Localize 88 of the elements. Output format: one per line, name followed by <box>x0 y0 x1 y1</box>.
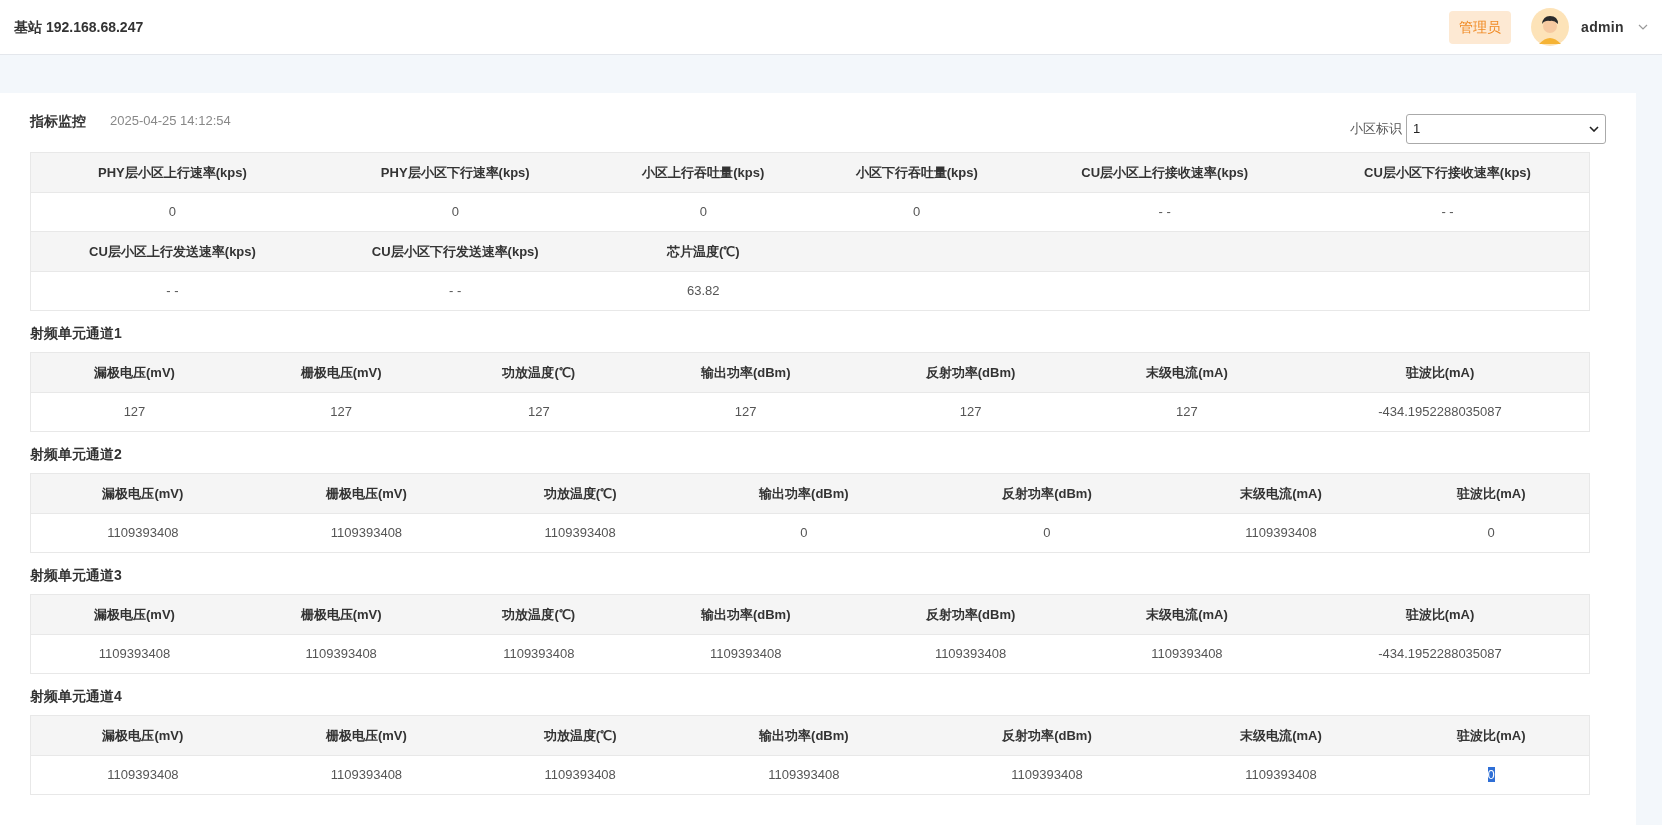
section-title: 射频单元通道4 <box>30 687 123 706</box>
column-header: 小区下行吞吐量(kps) <box>810 152 1024 193</box>
column-header: 栅极电压(mV) <box>254 473 479 514</box>
table-cell: 1109393408 <box>330 525 403 541</box>
table-cell: - - <box>313 271 597 311</box>
role-badge: 管理员 <box>1449 10 1511 44</box>
table-cell: 127 <box>330 404 352 420</box>
column-header: 反射功率(dBm) <box>858 594 1083 635</box>
column-header: 输出功率(dBm) <box>633 352 859 393</box>
table-cell: 1109393408 <box>544 525 616 541</box>
column-header: 输出功率(dBm) <box>633 594 859 635</box>
cell-id-select[interactable]: 1 <box>1406 114 1606 144</box>
column-header: 漏极电压(mV) <box>30 715 255 756</box>
column-header: 反射功率(dBm) <box>858 352 1083 393</box>
table-cell: 1109393408 <box>330 767 403 783</box>
table-cell: 1109393408 <box>544 767 616 783</box>
chevron-down-icon[interactable] <box>1638 24 1648 30</box>
column-header: 驻波比(mA) <box>1393 473 1590 514</box>
table-cell: 127 <box>527 404 550 420</box>
table-cell: 0 <box>1487 767 1495 783</box>
column-header: 反射功率(dBm) <box>925 715 1169 756</box>
table-cell: 127 <box>734 404 757 420</box>
column-header: 小区上行吞吐量(kps) <box>596 152 810 193</box>
table-cell: 1109393408 <box>503 646 575 662</box>
table-cell: 1109393408 <box>107 525 179 541</box>
column-header: 末级电流(mA) <box>1168 473 1394 514</box>
chevron-down-icon <box>1589 126 1599 132</box>
table-cell: 1109393408 <box>1245 525 1317 541</box>
table-cell: 1109393408 <box>107 767 179 783</box>
column-header: CU层小区上行接收速率(kps) <box>1023 152 1307 193</box>
column-header: 漏极电压(mV) <box>30 473 255 514</box>
column-header: 功放温度(℃) <box>478 473 683 514</box>
table-cell: 0 <box>1487 525 1495 541</box>
table-cell: 0 <box>810 192 1024 232</box>
table-cell: - - <box>1306 192 1590 232</box>
cell-id-label: 小区标识 <box>1350 120 1402 139</box>
table-cell: 0 <box>313 192 597 232</box>
column-header: 栅极电压(mV) <box>237 594 445 635</box>
column-header: 功放温度(℃) <box>444 352 634 393</box>
column-header: 驻波比(mA) <box>1393 715 1590 756</box>
table-cell: 0 <box>30 192 314 232</box>
column-header: 驻波比(mA) <box>1290 594 1590 635</box>
table-cell: 0 <box>800 525 808 541</box>
column-header: 驻波比(mA) <box>1290 352 1590 393</box>
table-cell: 0 <box>1043 525 1051 541</box>
table-cell: 1109393408 <box>98 646 171 662</box>
table-cell: 1109393408 <box>1011 767 1083 783</box>
column-header: CU层小区下行发送速率(kps) <box>313 231 597 272</box>
column-header: 功放温度(℃) <box>478 715 683 756</box>
column-header: 芯片温度(℃) <box>596 231 810 272</box>
table-cell: 1109393408 <box>768 767 840 783</box>
panel-title: 指标监控 <box>30 112 86 131</box>
table-cell: 1109393408 <box>1151 646 1223 662</box>
table-cell: 63.82 <box>596 271 810 311</box>
table-cell: 1109393408 <box>1245 767 1317 783</box>
section-title: 射频单元通道1 <box>30 324 123 343</box>
section-title: 射频单元通道3 <box>30 566 123 585</box>
column-header: 栅极电压(mV) <box>254 715 479 756</box>
table-cell: 1109393408 <box>934 646 1007 662</box>
timestamp: 2025-04-25 14:12:54 <box>110 112 231 130</box>
column-header: 栅极电压(mV) <box>237 352 445 393</box>
table-cell: 127 <box>959 404 982 420</box>
column-header: CU层小区下行接收速率(kps) <box>1306 152 1590 193</box>
table-cell: - - <box>1023 192 1307 232</box>
column-header: 漏极电压(mV) <box>30 352 238 393</box>
table-cell: -434.1952288035087 <box>1378 646 1502 662</box>
column-header: 末级电流(mA) <box>1082 594 1291 635</box>
table-cell: 1109393408 <box>710 646 782 662</box>
table-cell: 0 <box>596 192 810 232</box>
table-cell: 1109393408 <box>305 646 377 662</box>
column-header: 末级电流(mA) <box>1168 715 1394 756</box>
section-title: 射频单元通道2 <box>30 445 123 464</box>
table-cell: 127 <box>1176 404 1198 420</box>
column-header: 功放温度(℃) <box>444 594 634 635</box>
table-cell: 127 <box>123 404 146 420</box>
column-header: PHY层小区下行速率(kps) <box>313 152 597 193</box>
column-header: 末级电流(mA) <box>1082 352 1291 393</box>
column-header: 反射功率(dBm) <box>925 473 1169 514</box>
table-cell: - - <box>30 271 314 311</box>
column-header: PHY层小区上行速率(kps) <box>30 152 314 193</box>
username[interactable]: admin <box>1581 16 1624 38</box>
column-header: 漏极电压(mV) <box>30 594 238 635</box>
column-header: 输出功率(dBm) <box>682 715 926 756</box>
avatar-icon[interactable] <box>1531 8 1569 46</box>
table-cell: -434.1952288035087 <box>1378 404 1502 420</box>
column-header: CU层小区上行发送速率(kps) <box>30 231 314 272</box>
column-header: 输出功率(dBm) <box>682 473 926 514</box>
page-title: 基站 192.168.68.247 <box>14 17 144 37</box>
